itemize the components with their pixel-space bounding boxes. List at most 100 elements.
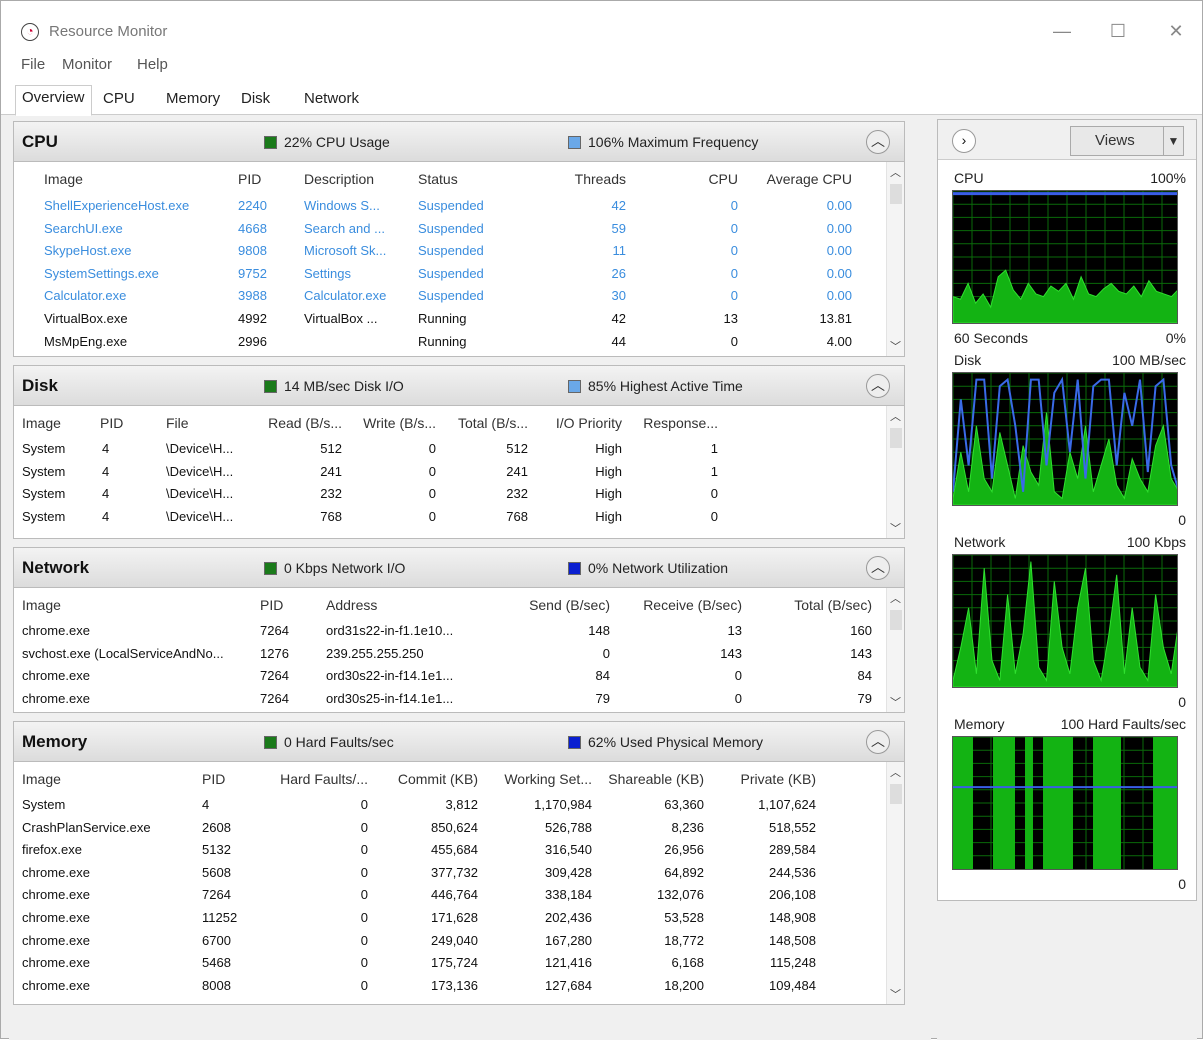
- collapse-cpu-button[interactable]: ︿: [866, 130, 890, 154]
- main-horizontal-scrollbar[interactable]: [9, 1021, 931, 1040]
- col-pid[interactable]: PID: [238, 171, 261, 187]
- table-row[interactable]: chrome.exe 8008 0 173,136 127,684 18,200 109,4…: [14, 975, 884, 997]
- table-row[interactable]: System 4 \Device\H... 232 0 232 High 0: [14, 483, 884, 505]
- col-threads[interactable]: Threads: [534, 171, 626, 187]
- table-row[interactable]: Calculator.exe 3988 Calculator.exe Suspende…: [14, 285, 884, 307]
- scroll-down-icon[interactable]: ﹀: [890, 338, 901, 354]
- col-total[interactable]: Total (B/sec): [754, 597, 872, 613]
- tab-overview[interactable]: Overview: [15, 85, 92, 116]
- network-section-header[interactable]: Network 0 Kbps Network I/O 0% Network Ut…: [14, 548, 904, 588]
- disk-section-header[interactable]: Disk 14 MB/sec Disk I/O 85% Highest Acti…: [14, 366, 904, 406]
- col-image[interactable]: Image: [44, 171, 83, 187]
- expand-chevron-icon[interactable]: ›: [952, 129, 976, 153]
- col-working-set[interactable]: Working Set...: [490, 771, 592, 787]
- tab-cpu[interactable]: CPU: [97, 87, 141, 115]
- views-dropdown[interactable]: Views ▼: [1070, 126, 1184, 156]
- disk-scrollbar[interactable]: ︿ ﹀: [886, 406, 904, 538]
- table-row[interactable]: chrome.exe 7264 ord30s25-in-f14.1e1... 79 0 7…: [14, 688, 884, 710]
- table-row[interactable]: SystemSettings.exe 9752 Settings Suspended 2…: [14, 263, 884, 285]
- cpu-scrollbar[interactable]: ︿ ﹀: [886, 162, 904, 356]
- maximize-button[interactable]: ☐: [1103, 19, 1133, 43]
- col-file[interactable]: File: [166, 415, 189, 431]
- col-shareable[interactable]: Shareable (KB): [602, 771, 704, 787]
- scroll-down-icon[interactable]: ﹀: [890, 520, 901, 536]
- table-cell: System: [22, 463, 66, 479]
- table-row[interactable]: chrome.exe 5608 0 377,732 309,428 64,892 244,5…: [14, 862, 884, 884]
- table-row[interactable]: firefox.exe 5132 0 455,684 316,540 26,956 289,…: [14, 839, 884, 861]
- scroll-up-icon[interactable]: ︿: [890, 408, 901, 424]
- col-total[interactable]: Total (B/s...: [442, 415, 528, 431]
- col-status[interactable]: Status: [418, 171, 458, 187]
- col-send[interactable]: Send (B/sec): [498, 597, 610, 613]
- memory-scrollbar[interactable]: ︿ ﹀: [886, 762, 904, 1004]
- col-cpu[interactable]: CPU: [640, 171, 738, 187]
- disk-section-title: Disk: [22, 376, 58, 395]
- col-io-priority[interactable]: I/O Priority: [536, 415, 622, 431]
- table-row[interactable]: chrome.exe 6700 0 249,040 167,280 18,772 148,5…: [14, 930, 884, 952]
- collapse-network-button[interactable]: ︿: [866, 556, 890, 580]
- table-row[interactable]: chrome.exe 5468 0 175,724 121,416 6,168 115,24…: [14, 952, 884, 974]
- network-scrollbar[interactable]: ︿ ﹀: [886, 588, 904, 712]
- scroll-up-icon[interactable]: ︿: [890, 764, 901, 780]
- cpu-graph-max: 100%: [1150, 170, 1186, 186]
- collapse-memory-button[interactable]: ︿: [866, 730, 890, 754]
- table-row[interactable]: chrome.exe 7264 ord31s22-in-f1.1e10... 148 1…: [14, 620, 884, 642]
- minimize-button[interactable]: —: [1047, 19, 1077, 43]
- tab-memory[interactable]: Memory: [160, 87, 226, 115]
- col-write[interactable]: Write (B/s...: [348, 415, 436, 431]
- scroll-thumb[interactable]: [890, 610, 902, 630]
- table-row[interactable]: SearchUI.exe 4668 Search and ... Suspended 5…: [14, 218, 884, 240]
- col-pid[interactable]: PID: [100, 415, 123, 431]
- scroll-up-icon[interactable]: ︿: [890, 164, 901, 180]
- scroll-thumb[interactable]: [890, 784, 902, 804]
- scroll-down-icon[interactable]: ﹀: [890, 986, 901, 1002]
- col-description[interactable]: Description: [304, 171, 374, 187]
- table-row[interactable]: MsMpEng.exe 2996 Running 44 0 4.00: [14, 331, 884, 353]
- col-average-cpu[interactable]: Average CPU: [750, 171, 852, 187]
- dropdown-arrow-icon[interactable]: ▼: [1163, 127, 1183, 155]
- table-row[interactable]: System 4 \Device\H... 512 0 512 High 1: [14, 438, 884, 460]
- scroll-thumb[interactable]: [890, 428, 902, 448]
- col-hard-faults[interactable]: Hard Faults/...: [260, 771, 368, 787]
- col-receive[interactable]: Receive (B/sec): [620, 597, 742, 613]
- table-row[interactable]: System 4 \Device\H... 768 0 768 High 0: [14, 506, 884, 528]
- table-cell: 512: [506, 441, 528, 456]
- graph-pane-horizontal-scrollbar[interactable]: [937, 1023, 1197, 1040]
- table-cell: 1,107,624: [758, 797, 816, 812]
- table-cell: 0: [360, 842, 368, 858]
- col-pid[interactable]: PID: [260, 597, 283, 613]
- table-row[interactable]: ShellExperienceHost.exe 2240 Windows S... S…: [14, 195, 884, 217]
- col-address[interactable]: Address: [326, 597, 377, 613]
- menu-monitor[interactable]: Monitor: [62, 56, 112, 73]
- menu-file[interactable]: File: [21, 56, 45, 73]
- table-row[interactable]: chrome.exe 11252 0 171,628 202,436 53,528 148,…: [14, 907, 884, 929]
- col-image[interactable]: Image: [22, 771, 61, 787]
- col-image[interactable]: Image: [22, 415, 61, 431]
- col-read[interactable]: Read (B/s...: [254, 415, 342, 431]
- scroll-thumb[interactable]: [890, 184, 902, 204]
- table-row[interactable]: CrashPlanService.exe 2608 0 850,624 526,788 8…: [14, 817, 884, 839]
- table-cell: 1276: [260, 645, 289, 661]
- table-cell: \Device\H...: [166, 463, 234, 479]
- tab-network[interactable]: Network: [298, 87, 365, 115]
- col-commit[interactable]: Commit (KB): [384, 771, 478, 787]
- table-row[interactable]: System 4 \Device\H... 241 0 241 High 1: [14, 461, 884, 483]
- tab-disk[interactable]: Disk: [235, 87, 276, 115]
- col-pid[interactable]: PID: [202, 771, 225, 787]
- table-row[interactable]: VirtualBox.exe 4992 VirtualBox ... Running 4…: [14, 308, 884, 330]
- menu-help[interactable]: Help: [137, 56, 168, 73]
- table-row[interactable]: System 4 0 3,812 1,170,984 63,360 1,107,624: [14, 794, 884, 816]
- close-button[interactable]: ✕: [1161, 19, 1191, 43]
- memory-section-header[interactable]: Memory 0 Hard Faults/sec 62% Used Physic…: [14, 722, 904, 762]
- table-row[interactable]: SkypeHost.exe 9808 Microsoft Sk... Suspende…: [14, 240, 884, 262]
- col-private[interactable]: Private (KB): [714, 771, 816, 787]
- cpu-section-header[interactable]: CPU 22% CPU Usage 106% Maximum Frequency…: [14, 122, 904, 162]
- col-response[interactable]: Response...: [628, 415, 718, 431]
- table-row[interactable]: chrome.exe 7264 ord30s22-in-f14.1e1... 84 0 8…: [14, 665, 884, 687]
- scroll-up-icon[interactable]: ︿: [890, 590, 901, 606]
- col-image[interactable]: Image: [22, 597, 61, 613]
- collapse-disk-button[interactable]: ︿: [866, 374, 890, 398]
- table-row[interactable]: svchost.exe (LocalServiceAndNo... 1276 239…: [14, 643, 884, 665]
- table-row[interactable]: chrome.exe 7264 0 446,764 338,184 132,076 206,…: [14, 884, 884, 906]
- scroll-down-icon[interactable]: ﹀: [890, 694, 901, 710]
